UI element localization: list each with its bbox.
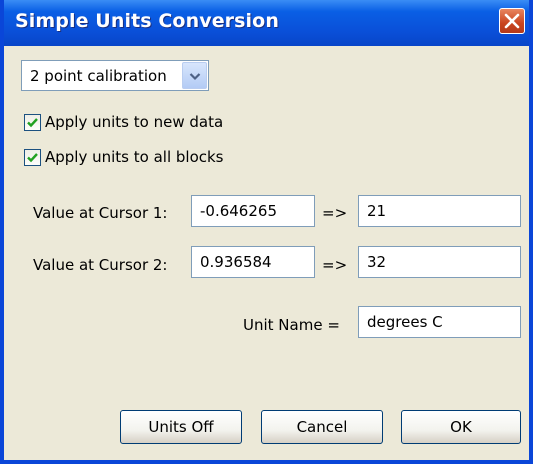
apply-all-blocks-checkbox[interactable]: [24, 149, 41, 166]
checkmark-icon: [27, 118, 38, 128]
window-title: Simple Units Conversion: [15, 10, 279, 32]
cursor2-label: Value at Cursor 2:: [33, 256, 168, 274]
cursor2-value-field[interactable]: 0.936584: [191, 246, 315, 278]
calibration-mode-select[interactable]: 2 point calibration: [21, 60, 209, 91]
cursor1-label: Value at Cursor 1:: [33, 204, 168, 222]
cursor1-value-field[interactable]: -0.646265: [191, 195, 315, 227]
close-icon: [504, 13, 520, 29]
cancel-button[interactable]: Cancel: [261, 410, 383, 444]
title-bar[interactable]: Simple Units Conversion: [4, 0, 529, 46]
apply-new-data-checkbox[interactable]: [24, 114, 41, 131]
units-off-button[interactable]: Units Off: [120, 410, 242, 444]
checkmark-icon: [27, 153, 38, 163]
unit-name-label: Unit Name =: [243, 316, 340, 334]
cursor2-arrow: =>: [322, 256, 348, 274]
cursor1-target-field[interactable]: 21: [358, 195, 521, 227]
ok-button[interactable]: OK: [401, 410, 521, 444]
chevron-down-icon: [189, 73, 201, 81]
unit-name-field[interactable]: degrees C: [358, 306, 521, 338]
cursor2-target-field[interactable]: 32: [358, 246, 521, 278]
calibration-mode-value: 2 point calibration: [30, 67, 167, 85]
dialog-window: Simple Units Conversion 2 point calibrat…: [0, 0, 533, 464]
apply-new-data-label: Apply units to new data: [45, 113, 224, 131]
apply-all-blocks-label: Apply units to all blocks: [45, 148, 224, 166]
cursor1-arrow: =>: [322, 204, 348, 222]
select-dropdown-button[interactable]: [182, 62, 207, 89]
close-button[interactable]: [499, 8, 525, 34]
